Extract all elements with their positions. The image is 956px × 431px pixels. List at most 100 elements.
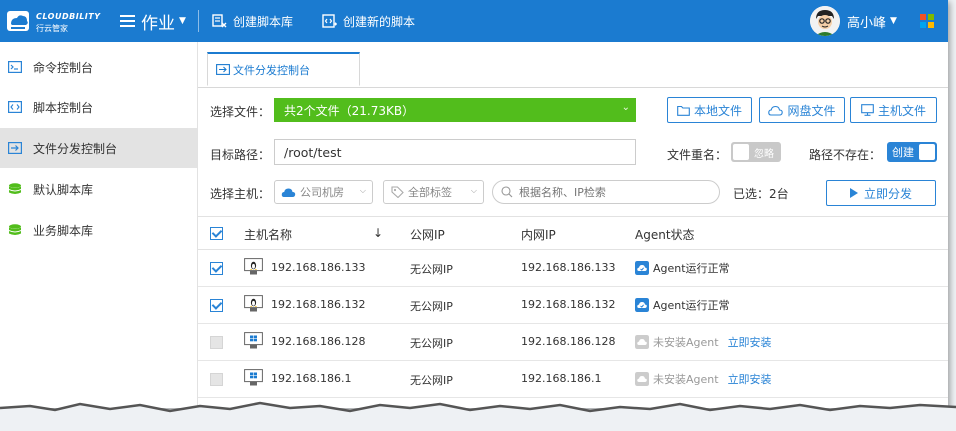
row-checkbox[interactable] [210, 262, 223, 275]
row-checkbox[interactable] [210, 336, 223, 349]
cloud-file-button[interactable]: 网盘文件 [759, 97, 845, 123]
agent-status-text: Agent运行正常 [653, 262, 730, 275]
agent-status: Agent运行正常 [635, 260, 730, 276]
chevron-down-icon: ⌄ [621, 102, 630, 113]
cloud-icon [768, 105, 784, 116]
private-ip: 192.168.186.128 [521, 335, 616, 348]
create-script-library-link[interactable]: 创建脚本库 [212, 12, 293, 30]
row-checkbox[interactable] [210, 373, 223, 386]
module-title: 作业 [141, 13, 175, 34]
table-row[interactable]: 192.168.186.133 无公网IP 192.168.186.133 Ag… [198, 250, 948, 287]
public-ip: 无公网IP [410, 263, 453, 276]
agent-missing-icon [635, 335, 649, 349]
host-name: 192.168.186.128 [271, 335, 366, 348]
main-panel: 文件分发控制台 选择文件： 共2个文件（21.73KB） ⌄ 本地文件 网盘文件 [198, 42, 948, 408]
file-summary: 共2个文件（21.73KB） [284, 103, 415, 118]
search-input[interactable] [517, 184, 701, 200]
code-icon [8, 101, 22, 113]
header-private-ip: 内网IP [521, 228, 556, 242]
create-script-library-label: 创建脚本库 [233, 14, 294, 29]
sidebar-item-label: 脚本控制台 [33, 100, 94, 115]
table-row[interactable]: 192.168.186.128 无公网IP 192.168.186.128 未安… [198, 324, 948, 361]
agent-status: 未安装Agent 立即安装 [635, 334, 772, 350]
tab-bar: 文件分发控制台 [198, 42, 948, 88]
local-file-button[interactable]: 本地文件 [667, 97, 752, 123]
install-now-link[interactable]: 立即安装 [728, 371, 772, 387]
rename-toggle[interactable]: 忽略 [731, 142, 781, 162]
sidebar-item-default-script-library[interactable]: 默认脚本库 [0, 169, 197, 209]
host-name: 192.168.186.133 [271, 261, 366, 274]
chevron-down-icon: ▼ [890, 16, 897, 26]
select-file-label: 选择文件： [210, 105, 271, 119]
chevron-down-icon: ⌵ [470, 186, 477, 195]
sidebar-item-business-script-library[interactable]: 业务脚本库 [0, 210, 197, 250]
install-now-link[interactable]: 立即安装 [728, 334, 772, 350]
file-dispatch-icon [8, 142, 22, 154]
agent-missing-icon [635, 372, 649, 386]
private-ip: 192.168.186.132 [521, 298, 616, 311]
select-host-label: 选择主机： [210, 187, 271, 201]
database-icon [9, 183, 21, 194]
agent-status-text: 未安装Agent [653, 373, 719, 386]
toggle-knob [919, 144, 935, 160]
app-window: CLOUDBILITY 行云管家 作业 ▼ 创建脚本库 创建新的脚本 高小峰 ▼… [0, 0, 948, 408]
local-file-label: 本地文件 [693, 103, 742, 118]
sidebar-item-command-console[interactable]: 命令控制台 [0, 47, 197, 87]
create-new-script-link[interactable]: 创建新的脚本 [322, 12, 415, 30]
path-missing-label: 路径不存在： [809, 148, 882, 162]
top-bar: CLOUDBILITY 行云管家 作业 ▼ 创建脚本库 创建新的脚本 高小峰 ▼ [0, 0, 948, 42]
public-ip: 无公网IP [410, 374, 453, 387]
dispatch-label: 立即分发 [863, 186, 912, 201]
public-ip: 无公网IP [410, 337, 453, 350]
path-missing-toggle-label: 创建 [892, 146, 914, 159]
cloud-icon [281, 188, 296, 197]
tab-label: 文件分发控制台 [233, 63, 310, 77]
agent-running-icon [635, 298, 649, 312]
row-checkbox[interactable] [210, 299, 223, 312]
windows-host-icon [244, 369, 263, 386]
sidebar: 命令控制台 脚本控制台 文件分发控制台 默认脚本库 业务脚本库 [0, 42, 198, 408]
sidebar-item-script-console[interactable]: 脚本控制台 [0, 87, 197, 127]
file-dispatch-icon [216, 64, 230, 75]
file-summary-bar[interactable]: 共2个文件（21.73KB） ⌄ [274, 98, 636, 122]
linux-host-icon [244, 258, 263, 275]
logo[interactable]: CLOUDBILITY 行云管家 [6, 7, 110, 35]
rename-label: 文件重名： [667, 148, 728, 162]
tab-file-dispatch-console[interactable]: 文件分发控制台 [207, 52, 360, 86]
rename-toggle-label: 忽略 [754, 149, 774, 160]
target-path-input[interactable] [274, 139, 636, 165]
user-name: 高小峰 [847, 15, 887, 31]
cloudbility-logo-icon [7, 11, 29, 31]
module-menu-button[interactable]: 作业 ▼ [120, 9, 186, 34]
avatar [810, 6, 840, 36]
table-header: 主机名称 ↓ 公网IP 内网IP Agent状态 [198, 216, 948, 250]
host-file-button[interactable]: 主机文件 [850, 97, 937, 123]
chevron-down-icon: ▼ [179, 16, 186, 26]
play-icon [849, 188, 858, 198]
app-grid-icon[interactable] [920, 14, 934, 28]
region-select[interactable]: 公司机房 ⌵ [274, 180, 373, 204]
user-menu[interactable]: 高小峰 ▼ [810, 5, 897, 37]
agent-status-text: 未安装Agent [653, 336, 719, 349]
monitor-icon [861, 104, 874, 116]
path-missing-toggle[interactable]: 创建 [887, 142, 937, 162]
windows-host-icon [244, 332, 263, 349]
host-search[interactable] [492, 180, 720, 204]
dispatch-now-button[interactable]: 立即分发 [826, 180, 936, 206]
sidebar-item-file-dispatch-console[interactable]: 文件分发控制台 [0, 128, 197, 168]
toolbar-divider [198, 10, 199, 32]
table-row[interactable]: 192.168.186.1 无公网IP 192.168.186.1 未安装Age… [198, 361, 948, 398]
sidebar-item-label: 业务脚本库 [33, 223, 94, 238]
search-icon [501, 186, 513, 198]
sidebar-item-label: 文件分发控制台 [33, 141, 118, 156]
select-all-checkbox[interactable] [210, 227, 223, 240]
linux-host-icon [244, 295, 263, 312]
sort-down-icon[interactable]: ↓ [373, 226, 383, 240]
sidebar-item-label: 默认脚本库 [33, 182, 94, 197]
tag-select[interactable]: 全部标签 ⌵ [383, 180, 484, 204]
agent-running-icon [635, 261, 649, 275]
hamburger-icon [120, 15, 135, 27]
table-row[interactable]: 192.168.186.132 无公网IP 192.168.186.132 Ag… [198, 287, 948, 324]
host-name: 192.168.186.132 [271, 298, 366, 311]
header-host-name: 主机名称 [244, 228, 293, 242]
